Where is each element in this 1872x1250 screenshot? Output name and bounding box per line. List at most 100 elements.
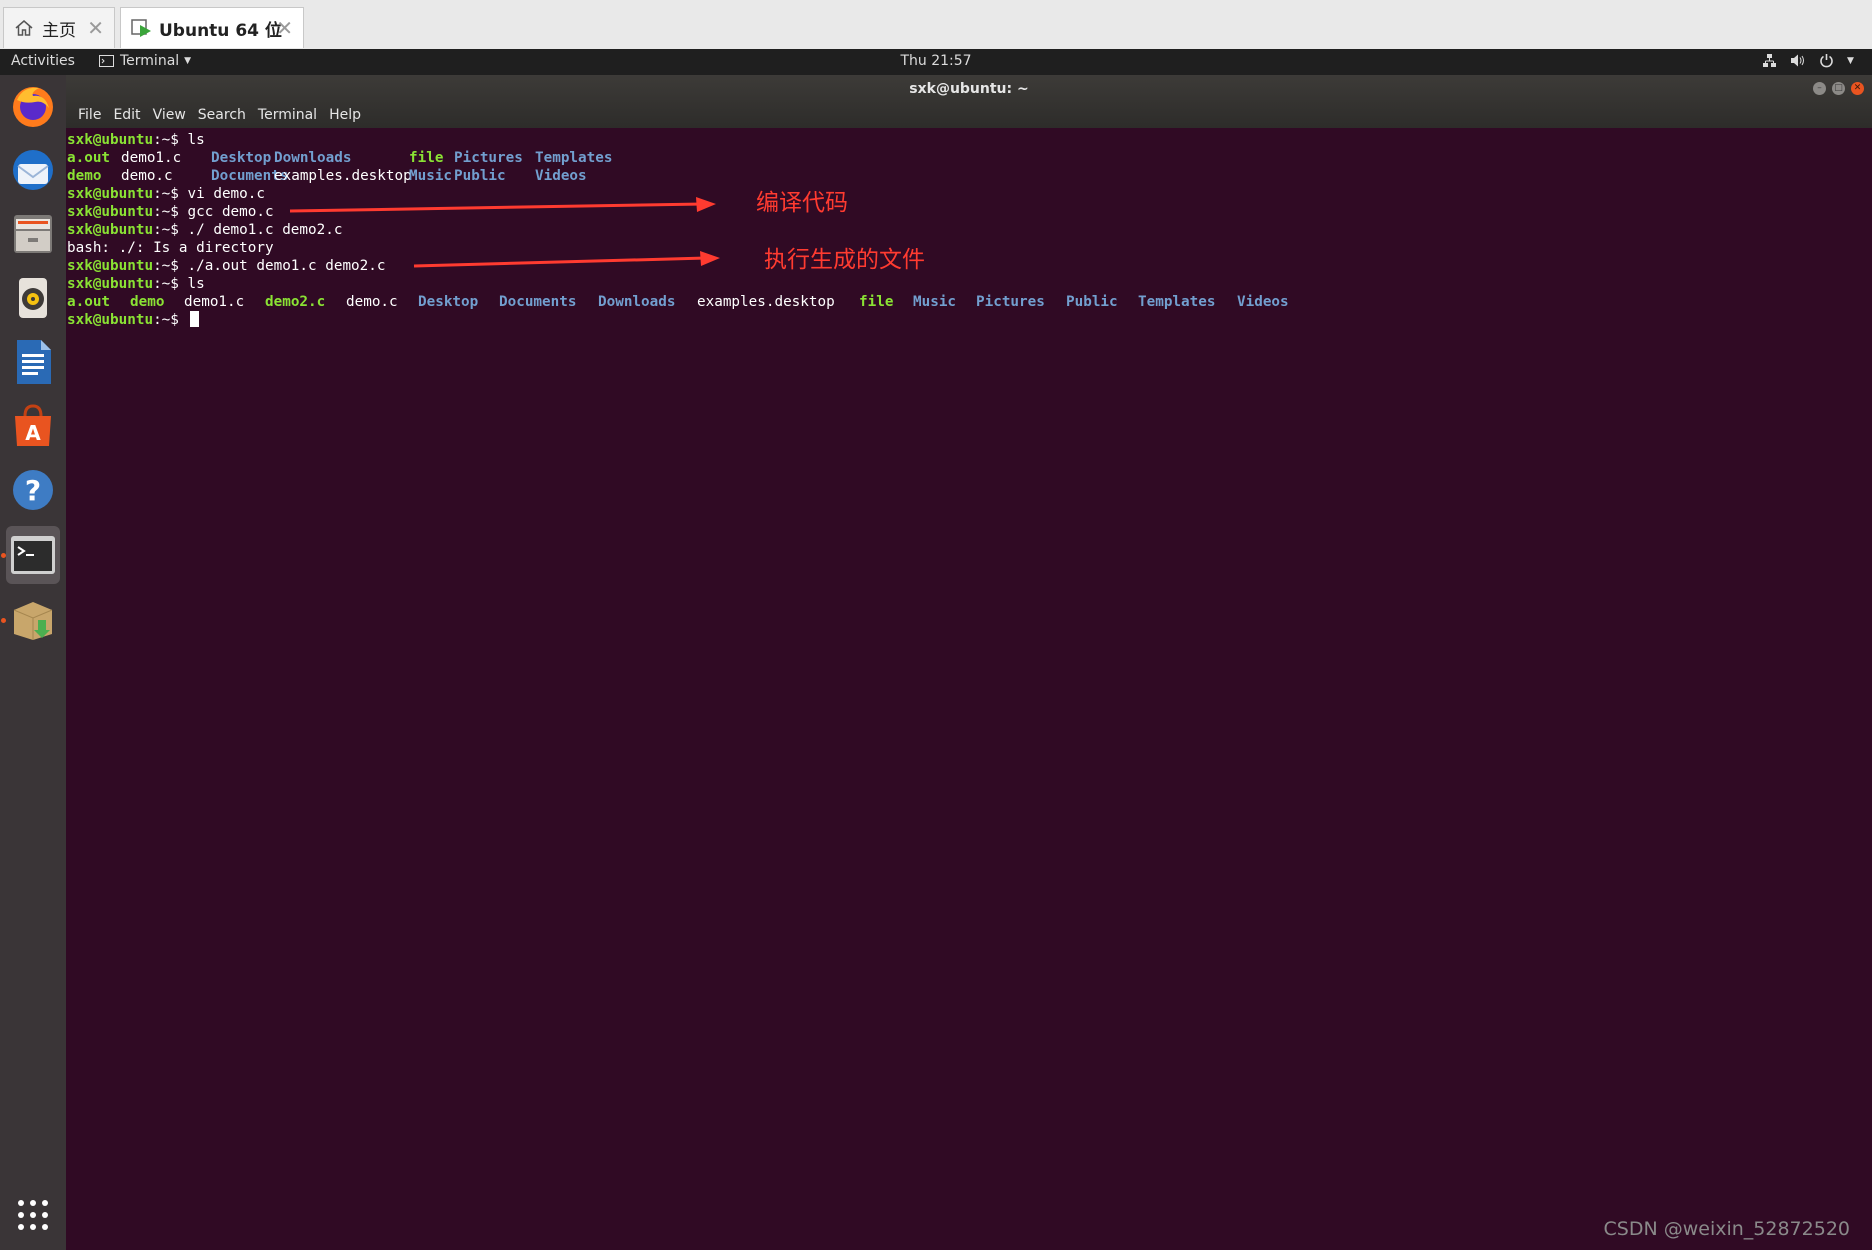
terminal-command-line: sxk@ubuntu:~$ ./a.out demo1.c demo2.c: [67, 257, 386, 275]
directory-entry: Desktop: [418, 294, 479, 310]
directory-entry: Videos: [535, 168, 587, 184]
directory-entry: Downloads: [598, 294, 676, 310]
command-text: ls: [187, 132, 205, 148]
prompt-user-host: sxk@ubuntu: [67, 258, 154, 274]
file-entry: demo: [67, 168, 102, 184]
tab-ubuntu-label: Ubuntu 64 位: [159, 20, 282, 41]
network-icon: [1763, 54, 1776, 67]
directory-entry: Downloads: [274, 150, 352, 166]
system-tray[interactable]: ▼: [1762, 53, 1854, 68]
terminal-command-line: sxk@ubuntu:~$: [67, 311, 199, 329]
home-icon: [14, 18, 34, 38]
tab-home-label: 主页: [42, 20, 76, 41]
vmware-tab-bar: 主页 ✕ Ubuntu 64 位 ✕: [0, 0, 1872, 50]
file-entry: demo.c: [121, 168, 173, 184]
show-applications-icon[interactable]: [6, 1193, 60, 1237]
files-icon[interactable]: [6, 206, 60, 262]
maximize-button[interactable]: □: [1832, 82, 1845, 95]
terminal-command-line: sxk@ubuntu:~$ ls: [67, 275, 205, 293]
terminal-icon[interactable]: [6, 526, 60, 584]
command-text: ./ demo1.c demo2.c: [187, 222, 343, 238]
close-icon[interactable]: ✕: [87, 18, 104, 38]
running-indicator: [1, 553, 6, 558]
tab-ubuntu-vm[interactable]: Ubuntu 64 位 ✕: [120, 7, 304, 48]
vm-play-icon: [131, 18, 151, 38]
window-title: sxk@ubuntu: ~: [909, 81, 1029, 97]
annotation-execute: 执行生成的文件: [764, 247, 925, 273]
directory-entry: Public: [1066, 294, 1118, 310]
terminal-header: sxk@ubuntu: ~ File Edit View Search Term…: [66, 75, 1872, 128]
minimize-button[interactable]: –: [1813, 82, 1826, 95]
directory-entry: Documents: [499, 294, 577, 310]
terminal-output-line: bash: ./: Is a directory: [67, 240, 274, 256]
prompt-user-host: sxk@ubuntu: [67, 222, 154, 238]
chevron-down-icon: ▼: [184, 56, 192, 66]
clock[interactable]: Thu 21:57: [900, 53, 971, 69]
tab-home[interactable]: 主页 ✕: [3, 7, 115, 48]
directory-entry: Templates: [1138, 294, 1216, 310]
volume-icon: [1791, 54, 1804, 67]
menu-edit[interactable]: Edit: [107, 107, 146, 123]
prompt-suffix: :~$: [153, 222, 188, 238]
software-center-icon[interactable]: A: [6, 398, 60, 454]
directory-entry: Templates: [535, 150, 613, 166]
watermark: CSDN @weixin_52872520: [1603, 1218, 1851, 1240]
file-entry: demo.c: [346, 294, 398, 310]
text-cursor: [189, 311, 199, 327]
terminal-command-line: sxk@ubuntu:~$ vi demo.c: [67, 185, 265, 203]
command-text: ./a.out demo1.c demo2.c: [187, 258, 386, 274]
directory-entry: Public: [454, 168, 506, 184]
file-entry: demo1.c: [121, 150, 182, 166]
prompt-user-host: sxk@ubuntu: [67, 276, 154, 292]
help-icon[interactable]: ?: [6, 462, 60, 518]
rhythmbox-icon[interactable]: [6, 270, 60, 326]
menu-file[interactable]: File: [72, 107, 107, 123]
file-entry: examples.desktop: [274, 168, 412, 184]
package-installer-icon[interactable]: [6, 591, 60, 647]
activities-button[interactable]: Activities: [11, 53, 75, 69]
prompt-suffix: :~$: [153, 204, 188, 220]
file-entry: demo2.c: [265, 294, 326, 310]
command-text: gcc demo.c: [187, 204, 274, 220]
file-entry: a.out: [67, 294, 111, 310]
prompt-user-host: sxk@ubuntu: [67, 204, 154, 220]
directory-entry: Pictures: [454, 150, 523, 166]
thunderbird-icon[interactable]: [6, 142, 60, 198]
file-entry: file: [409, 150, 444, 166]
svg-text:A: A: [25, 421, 41, 445]
terminal-body[interactable]: sxk@ubuntu:~$ ls sxk@ubuntu:~$ vi demo.c s…: [66, 128, 1872, 1250]
command-text: ls: [187, 276, 205, 292]
terminal-small-icon: [99, 55, 114, 67]
close-button[interactable]: ✕: [1851, 82, 1864, 95]
prompt-suffix: :~$: [153, 276, 188, 292]
prompt-user-host: sxk@ubuntu: [67, 132, 154, 148]
menu-view[interactable]: View: [147, 107, 192, 123]
annotation-compile: 编译代码: [756, 190, 848, 216]
menu-search[interactable]: Search: [192, 107, 252, 123]
power-icon: [1820, 54, 1833, 68]
file-entry: demo1.c: [184, 294, 245, 310]
directory-entry: Videos: [1237, 294, 1289, 310]
prompt-suffix: :~$: [153, 132, 188, 148]
terminal-window: sxk@ubuntu: ~ File Edit View Search Term…: [66, 75, 1872, 1250]
file-entry: examples.desktop: [697, 294, 835, 310]
svg-text:?: ?: [25, 474, 41, 507]
menu-help[interactable]: Help: [323, 107, 367, 123]
prompt-suffix: :~$: [153, 186, 188, 202]
close-icon[interactable]: ✕: [276, 18, 293, 38]
prompt-user-host: sxk@ubuntu: [67, 186, 154, 202]
prompt-suffix: :~$: [153, 258, 188, 274]
menu-terminal[interactable]: Terminal: [252, 107, 323, 123]
terminal-command-line: sxk@ubuntu:~$ ls: [67, 131, 205, 149]
directory-entry: Pictures: [976, 294, 1045, 310]
terminal-command-line: sxk@ubuntu:~$ gcc demo.c: [67, 203, 274, 221]
directory-entry: Music: [913, 294, 957, 310]
prompt-user-host: sxk@ubuntu: [67, 312, 154, 328]
libreoffice-writer-icon[interactable]: [6, 334, 60, 390]
app-menu[interactable]: Terminal ▼: [99, 53, 191, 69]
prompt-suffix: :~$: [153, 312, 188, 328]
directory-entry: Desktop: [211, 150, 272, 166]
app-menu-label: Terminal: [120, 53, 180, 69]
running-indicator: [1, 618, 6, 623]
firefox-icon[interactable]: [6, 78, 60, 134]
